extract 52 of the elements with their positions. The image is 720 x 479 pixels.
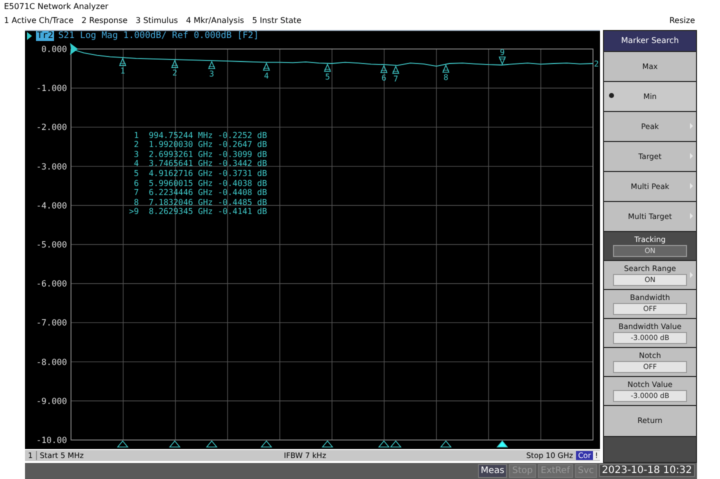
- axis-label: -5.000: [36, 240, 67, 250]
- radio-dot-icon: [609, 93, 614, 98]
- marker-number: 4: [264, 70, 269, 80]
- status-indicator: Meas: [478, 464, 508, 478]
- axis-label: -2.000: [36, 122, 67, 133]
- marker-readout: 6 5.9960015 GHz -0.4038 dB: [132, 178, 268, 188]
- marker-number: 3: [209, 69, 214, 78]
- menu-item[interactable]: 4 Mkr/Analysis: [186, 16, 244, 26]
- marker-readout: 8 7.1832046 GHz -0.4485 dB: [132, 198, 268, 208]
- menu-item[interactable]: 3 Stimulus: [136, 16, 178, 26]
- marker-position-icon: [260, 440, 272, 447]
- window-title: E5071C Network Analyzer: [3, 1, 110, 13]
- marker-position-icon: [206, 440, 218, 447]
- axis-label: -6.000: [36, 279, 67, 290]
- marker-readout: 5 4.9162716 GHz -0.3731 dB: [132, 168, 268, 179]
- marker-readout: 2 1.9920030 GHz -0.2647 dB: [132, 140, 268, 150]
- marker-position-icon: [168, 440, 181, 447]
- trace-tag[interactable]: Tr2: [36, 31, 54, 42]
- marker-number: 9: [500, 48, 505, 57]
- marker-readout: 7 6.2234446 GHz -0.4408 dB: [132, 188, 268, 198]
- marker-readout: 4 3.7465641 GHz -0.3442 dB: [132, 159, 268, 169]
- trace-info: S21 Log Mag 1.000dB/ Ref 0.000dB [F2]: [58, 31, 259, 42]
- marker-number: 5: [325, 72, 330, 81]
- marker-position-icon: [496, 440, 508, 447]
- reference-marker-icon: [70, 42, 78, 55]
- marker-number: 6: [381, 73, 386, 82]
- axis-label: -10.00: [36, 436, 67, 446]
- marker-number: 8: [443, 72, 448, 82]
- axis-label: -3.000: [36, 162, 67, 172]
- marker-number: 2: [172, 68, 178, 78]
- axis-label: -9.000: [36, 396, 67, 406]
- marker-readout: 1 994.75244 MHz -0.2252 dB: [132, 130, 268, 140]
- resize-link[interactable]: Resize: [669, 16, 695, 26]
- active-trace-icon: [27, 32, 32, 40]
- axis-label: -7.000: [36, 318, 67, 328]
- marker-readout: >9 8.2629345 GHz -0.4141 dB: [129, 207, 268, 217]
- marker-position-icon: [322, 440, 334, 447]
- axis-label: 0.000: [41, 44, 67, 55]
- date-time: 2023-10-18 10:32: [598, 464, 695, 478]
- menu-title: Marker Search: [604, 30, 696, 51]
- trace-end-label: 2: [594, 59, 599, 68]
- axis-label: -1.000: [36, 84, 67, 94]
- marker-position-icon: [440, 440, 452, 447]
- menu-item[interactable]: 2 Response: [82, 16, 128, 26]
- axis-label: -4.000: [36, 200, 67, 211]
- menu-item[interactable]: 1 Active Ch/Trace: [4, 16, 74, 26]
- marker-position-icon: [116, 440, 129, 447]
- marker-number: 7: [393, 74, 398, 83]
- axis-label: -8.000: [36, 357, 67, 368]
- menu-item[interactable]: 5 Instr State: [252, 16, 302, 26]
- marker-number: 1: [120, 66, 126, 76]
- marker-readout: 3 2.6993261 GHz -0.3099 dB: [132, 150, 268, 160]
